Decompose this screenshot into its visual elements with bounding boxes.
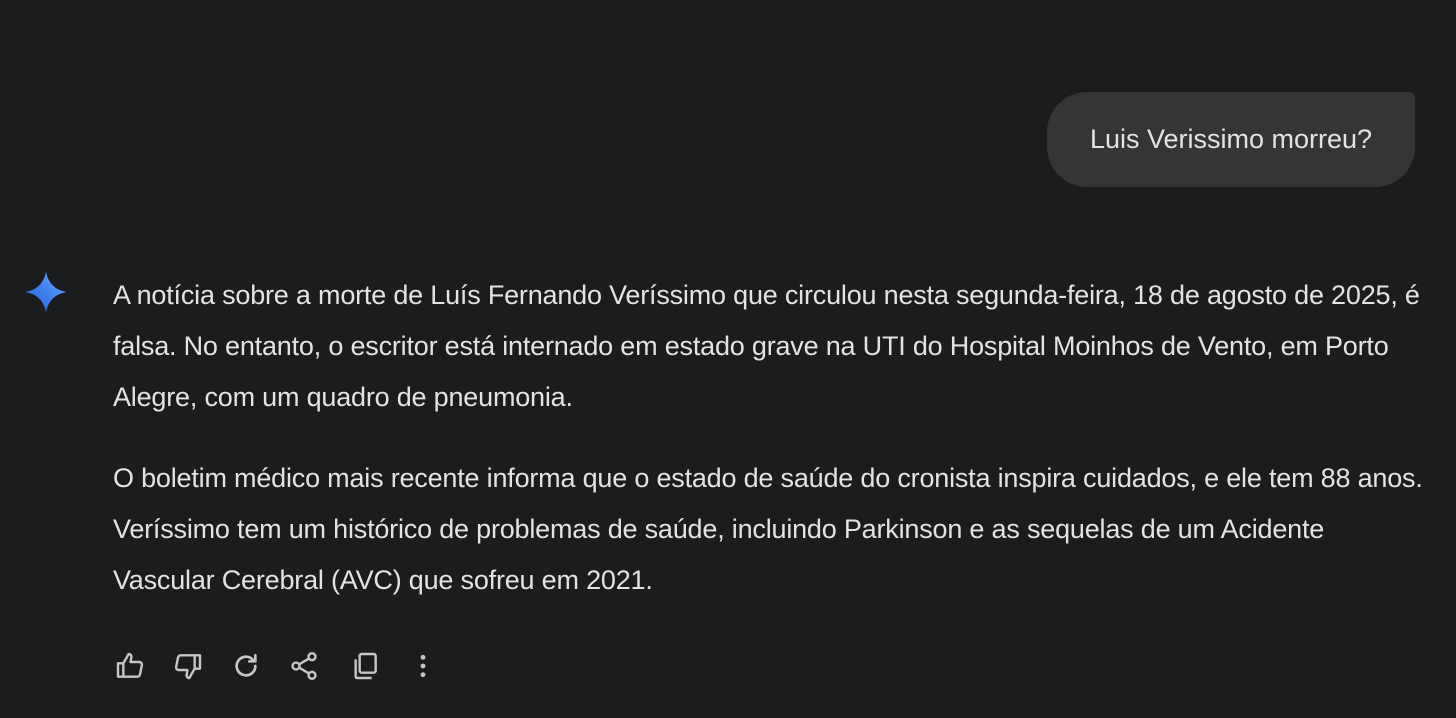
thumbs-down-button[interactable]: [170, 648, 206, 684]
user-message-bubble: Luis Verissimo morreu?: [1047, 92, 1415, 187]
assistant-response: A notícia sobre a morte de Luís Fernando…: [113, 270, 1423, 606]
share-icon: [291, 652, 317, 680]
sparkle-icon: [24, 270, 68, 314]
share-button[interactable]: [286, 648, 322, 684]
response-paragraph: O boletim médico mais recente informa qu…: [113, 463, 1423, 595]
thumbs-down-icon: [174, 654, 202, 680]
refresh-icon: [235, 654, 257, 677]
response-paragraph: A notícia sobre a morte de Luís Fernando…: [113, 280, 1420, 412]
more-options-button[interactable]: [405, 648, 441, 684]
thumbs-up-icon: [116, 652, 144, 678]
copy-icon: [354, 652, 377, 680]
user-message-text: Luis Verissimo morreu?: [1089, 124, 1373, 154]
regenerate-button[interactable]: [228, 648, 264, 684]
copy-button[interactable]: [347, 648, 383, 684]
thumbs-up-button[interactable]: [112, 648, 148, 684]
more-vertical-icon: [420, 654, 426, 678]
